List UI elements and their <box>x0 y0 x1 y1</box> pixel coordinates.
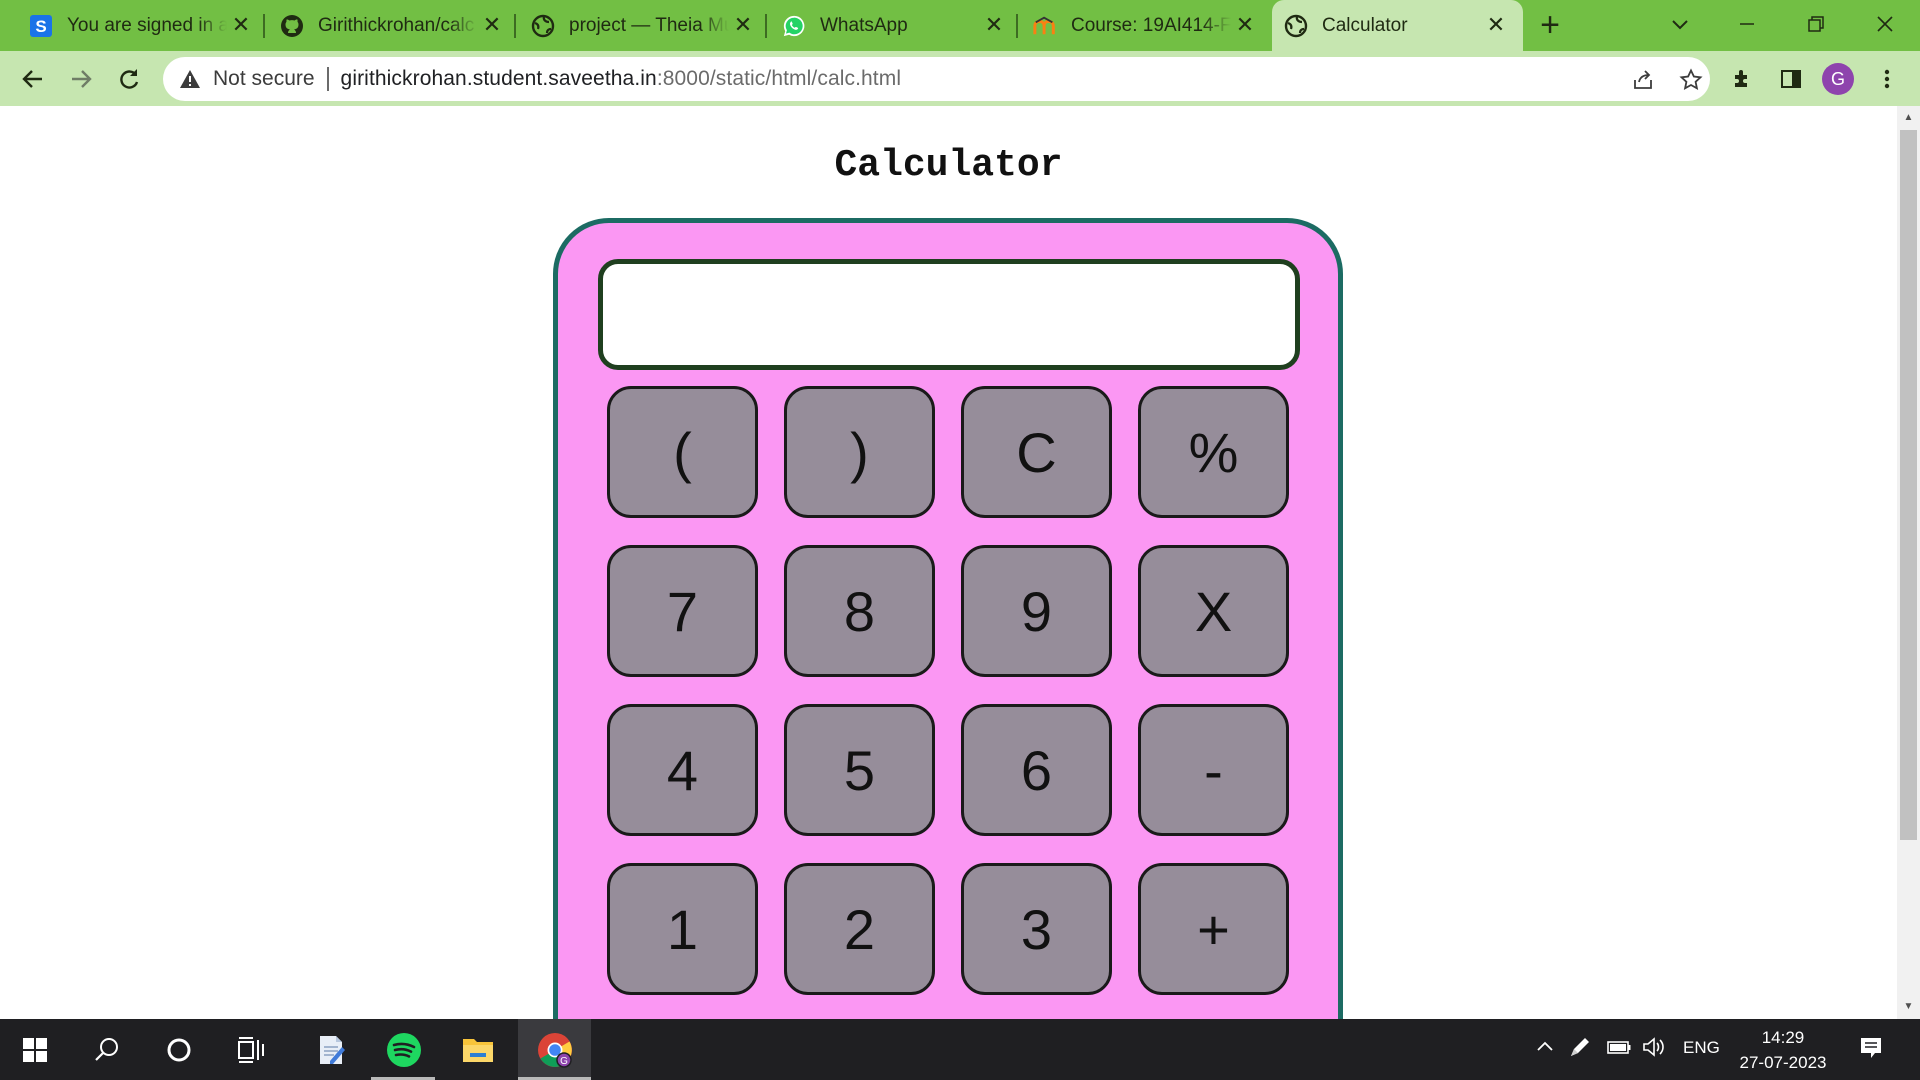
tab-whatsapp[interactable]: WhatsApp ✕ <box>770 0 1021 51</box>
key-6[interactable]: 6 <box>961 704 1112 836</box>
key-multiply[interactable]: X <box>1138 545 1289 677</box>
task-view-icon[interactable] <box>228 1027 274 1073</box>
cortana-circle-icon[interactable] <box>156 1027 202 1073</box>
search-icon[interactable] <box>84 1027 130 1073</box>
calculator-display[interactable] <box>598 259 1300 370</box>
page-title: Calculator <box>834 144 1063 187</box>
clock-time: 14:29 <box>1761 1028 1805 1047</box>
tab-title: WhatsApp <box>820 14 908 36</box>
close-tab-icon[interactable]: ✕ <box>1485 14 1507 36</box>
tab-title: project — Theia Mu <box>569 14 729 36</box>
file-explorer-icon[interactable] <box>455 1027 501 1073</box>
globe-icon <box>531 14 555 38</box>
battery-icon[interactable] <box>1606 1037 1632 1062</box>
key-3[interactable]: 3 <box>961 863 1112 995</box>
clock[interactable]: 14:29 27-07-2023 <box>1728 1025 1838 1075</box>
notifications-icon[interactable] <box>1858 1035 1884 1066</box>
tab-course[interactable]: Course: 19AI414-Fu ✕ <box>1021 0 1272 51</box>
notepad-app-icon[interactable] <box>308 1027 354 1073</box>
back-arrow-icon[interactable] <box>16 62 50 96</box>
new-tab-button[interactable]: + <box>1532 8 1568 44</box>
scrollbar-thumb[interactable] <box>1900 130 1917 840</box>
tab-strip: S You are signed in a ✕ Girithickrohan/c… <box>0 0 1920 51</box>
tab-signed-in[interactable]: S You are signed in a ✕ <box>17 0 268 51</box>
key-open-paren[interactable]: ( <box>607 386 758 518</box>
url-path: :8000/static/html/calc.html <box>656 67 902 90</box>
key-5[interactable]: 5 <box>784 704 935 836</box>
minimize-icon[interactable] <box>1724 6 1770 42</box>
key-1[interactable]: 1 <box>607 863 758 995</box>
key-8[interactable]: 8 <box>784 545 935 677</box>
bookmark-star-icon[interactable] <box>1677 66 1705 94</box>
windows-taskbar: G ENG 14:29 27-07-2023 <box>0 1019 1920 1080</box>
url-host: girithickrohan.student.saveetha.in <box>340 67 657 90</box>
warning-triangle-icon[interactable] <box>179 68 201 90</box>
s-logo-icon: S <box>29 14 53 38</box>
close-window-icon[interactable] <box>1862 6 1908 42</box>
calculator-body: ( ) C % 7 8 9 X 4 5 6 - 1 2 3 + <box>553 218 1343 1019</box>
tab-separator <box>263 14 265 38</box>
svg-text:G: G <box>560 1056 568 1067</box>
tab-search-chevron-icon[interactable] <box>1666 10 1694 38</box>
key-subtract[interactable]: - <box>1138 704 1289 836</box>
browser-toolbar: Not secure girithickrohan.student.saveet… <box>0 51 1920 106</box>
tab-separator <box>514 14 516 38</box>
tab-title: Calculator <box>1322 14 1408 36</box>
key-7[interactable]: 7 <box>607 545 758 677</box>
address-bar[interactable]: Not secure girithickrohan.student.saveet… <box>163 57 1710 101</box>
tab-github[interactable]: Girithickrohan/calc ✕ <box>268 0 519 51</box>
show-hidden-icons-chevron-icon[interactable] <box>1535 1037 1555 1062</box>
share-icon[interactable] <box>1629 66 1657 94</box>
tab-title: Girithickrohan/calc <box>318 14 475 36</box>
security-status-label[interactable]: Not secure <box>213 67 315 91</box>
whatsapp-icon <box>782 14 806 38</box>
globe-icon <box>1284 14 1308 38</box>
tab-calculator-active[interactable]: Calculator ✕ <box>1272 0 1523 51</box>
key-9[interactable]: 9 <box>961 545 1112 677</box>
key-2[interactable]: 2 <box>784 863 935 995</box>
omnibox-divider <box>326 67 329 91</box>
tab-title: Course: 19AI414-Fu <box>1071 14 1231 36</box>
clock-date: 27-07-2023 <box>1739 1053 1827 1072</box>
reload-icon[interactable] <box>112 62 146 96</box>
key-4[interactable]: 4 <box>607 704 758 836</box>
tab-title: You are signed in a <box>67 14 227 36</box>
extensions-puzzle-icon[interactable] <box>1726 62 1760 96</box>
kebab-menu-icon[interactable] <box>1870 62 1904 96</box>
close-tab-icon[interactable]: ✕ <box>481 14 503 36</box>
close-tab-icon[interactable]: ✕ <box>230 14 252 36</box>
spotify-icon[interactable] <box>381 1027 427 1073</box>
key-close-paren[interactable]: ) <box>784 386 935 518</box>
language-indicator[interactable]: ENG <box>1683 1038 1720 1058</box>
page-viewport: Calculator ( ) C % 7 8 9 X 4 5 6 - 1 2 3… <box>0 106 1897 1019</box>
tab-theia[interactable]: project — Theia Mu ✕ <box>519 0 770 51</box>
forward-arrow-icon[interactable] <box>64 62 98 96</box>
side-panel-icon[interactable] <box>1774 62 1808 96</box>
profile-avatar[interactable]: G <box>1822 63 1854 95</box>
chrome-icon[interactable]: G <box>532 1027 578 1073</box>
key-percent[interactable]: % <box>1138 386 1289 518</box>
scroll-up-arrow-icon[interactable]: ▲ <box>1900 110 1917 126</box>
close-tab-icon[interactable]: ✕ <box>983 14 1005 36</box>
github-icon <box>280 14 304 38</box>
key-clear[interactable]: C <box>961 386 1112 518</box>
moodle-icon <box>1033 14 1057 38</box>
volume-icon[interactable] <box>1641 1036 1667 1063</box>
restore-icon[interactable] <box>1793 6 1839 42</box>
close-tab-icon[interactable]: ✕ <box>732 14 754 36</box>
windows-start-icon[interactable] <box>12 1027 58 1073</box>
tab-separator <box>1016 14 1018 38</box>
url-text[interactable]: girithickrohan.student.saveetha.in:8000/… <box>341 67 902 91</box>
tab-separator <box>765 14 767 38</box>
svg-text:S: S <box>35 17 46 36</box>
key-add[interactable]: + <box>1138 863 1289 995</box>
close-tab-icon[interactable]: ✕ <box>1234 14 1256 36</box>
pen-tool-icon[interactable] <box>1568 1035 1592 1064</box>
scroll-down-arrow-icon[interactable]: ▼ <box>1900 999 1917 1015</box>
